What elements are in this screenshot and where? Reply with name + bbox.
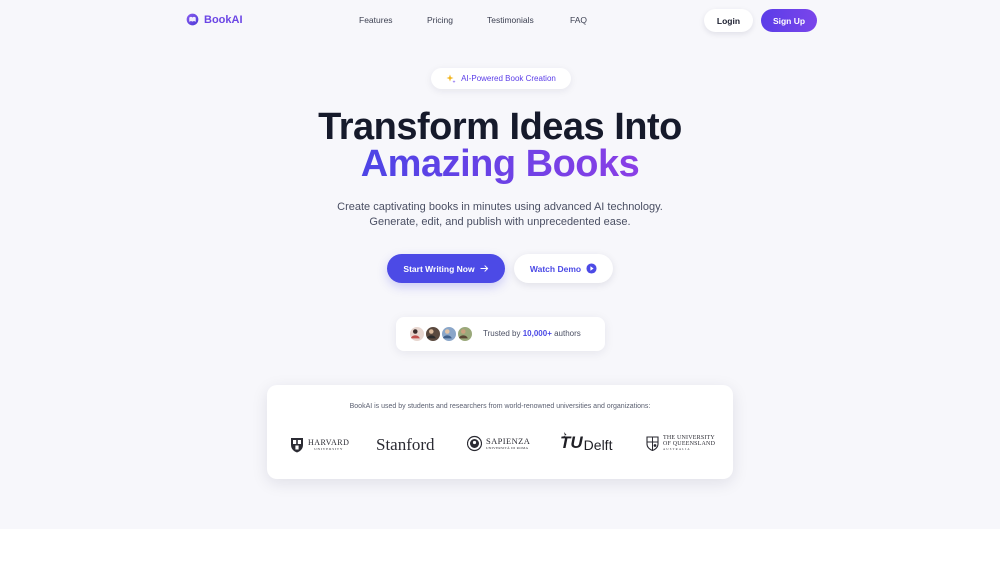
hero-title-gradient-text: Amazing Books: [360, 143, 640, 185]
harvard-shield-icon: [291, 438, 303, 453]
watch-demo-label: Watch Demo: [529, 263, 582, 274]
hero-subtitle-line1: Create captivating books in minutes usin…: [337, 201, 663, 213]
hero-title-line2: Amazing Books: [0, 141, 1000, 187]
sapienza-seal-icon: [467, 435, 482, 452]
avatar: [409, 326, 425, 342]
watch-demo-button[interactable]: Watch Demo: [514, 254, 613, 283]
start-writing-button[interactable]: Start Writing Now: [387, 254, 505, 283]
trust-text: Trusted by 10,000+ authors: [483, 329, 581, 338]
stanford-logo: Stanford: [376, 435, 435, 454]
avatar: [441, 326, 457, 342]
tudelft-logo: TU Delft: [560, 432, 613, 453]
trust-count: 10,000+: [522, 329, 552, 338]
sapienza-subname: UNIVERSITÀ DI ROMA: [486, 445, 529, 450]
hero-subtitle: Create captivating books in minutes usin…: [0, 200, 1000, 230]
universities-card: BookAI is used by students and researche…: [267, 385, 733, 479]
nav-link-faq[interactable]: FAQ: [570, 15, 587, 25]
footer-band: [0, 529, 1000, 563]
top-nav: BookAI Features Pricing Testimonials FAQ…: [0, 0, 1000, 42]
tudelft-delft: Delft: [583, 437, 613, 453]
uq-logo: THE UNIVERSITY OF QUEENSLAND AUSTRALIA: [646, 435, 715, 452]
arrow-right-icon: [479, 265, 488, 272]
hero-subtitle-line2: Generate, edit, and publish with unprece…: [369, 216, 631, 228]
login-button[interactable]: Login: [704, 9, 753, 32]
badge-text: AI-Powered Book Creation: [461, 74, 556, 83]
signup-button[interactable]: Sign Up: [761, 9, 817, 32]
universities-caption: BookAI is used by students and researche…: [349, 403, 651, 410]
harvard-name: HARVARD: [308, 437, 350, 447]
uq-crest-icon: [646, 436, 659, 451]
ai-badge: AI-Powered Book Creation: [431, 68, 571, 89]
trust-pill: Trusted by 10,000+ authors: [396, 317, 605, 351]
start-writing-label: Start Writing Now: [403, 263, 475, 274]
sparkle-icon: [446, 74, 456, 83]
avatar: [425, 326, 441, 342]
uq-name-line3: AUSTRALIA: [663, 447, 691, 451]
nav-links: Features Pricing Testimonials FAQ: [0, 15, 1000, 27]
nav-link-features[interactable]: Features: [359, 15, 393, 25]
play-circle-icon: [586, 263, 597, 274]
harvard-logo: HARVARD UNIVERSITY: [290, 437, 349, 453]
sapienza-logo: SAPIENZA UNIVERSITÀ DI ROMA: [467, 435, 530, 452]
trust-prefix: Trusted by: [483, 329, 521, 338]
tudelft-flame-icon: [563, 432, 567, 439]
avatar: [457, 326, 473, 342]
nav-link-testimonials[interactable]: Testimonials: [487, 15, 534, 25]
nav-link-pricing[interactable]: Pricing: [427, 15, 453, 25]
harvard-subname: UNIVERSITY: [314, 446, 344, 451]
trust-suffix: authors: [554, 329, 581, 338]
sapienza-name: SAPIENZA: [486, 435, 531, 446]
